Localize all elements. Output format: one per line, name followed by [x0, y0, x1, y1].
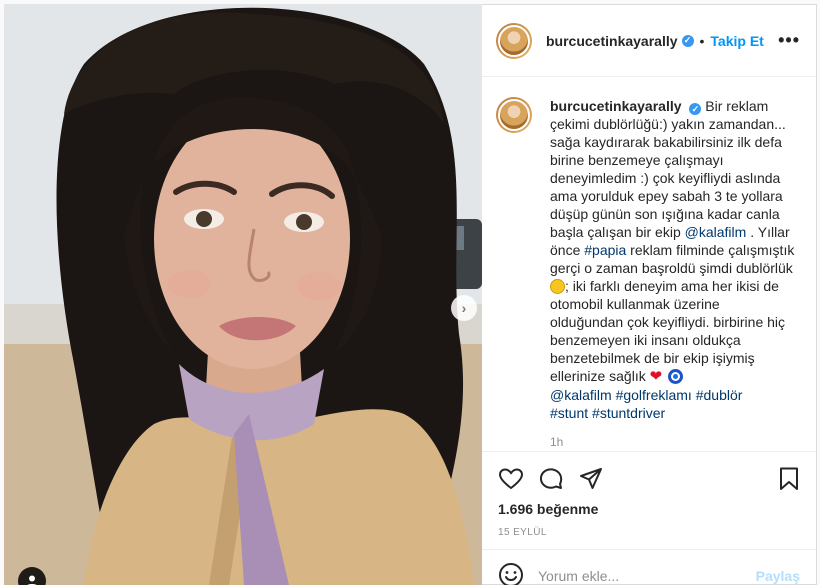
verified-badge-icon: ✓ [689, 103, 702, 115]
hashtag-link[interactable]: #stuntdriver [592, 405, 665, 421]
action-bar [482, 451, 816, 507]
red-heart-emoji-icon: ❤ [649, 368, 663, 385]
emoji-picker-icon[interactable] [498, 562, 524, 585]
post-comment-button[interactable]: Paylaş [756, 568, 800, 584]
caption-avatar[interactable] [496, 97, 532, 133]
avatar[interactable] [496, 22, 532, 59]
mention-link[interactable]: @kalafilm [550, 387, 612, 403]
mention-link[interactable]: @kalafilm [685, 224, 747, 240]
next-photo-button[interactable]: › [451, 295, 477, 321]
smiling-face-emoji-icon [550, 279, 565, 294]
post-photo[interactable]: › [4, 4, 482, 585]
hashtag-link[interactable]: #papia [584, 242, 626, 258]
caption-text-part: ; iki farklı deneyim ama her ikisi de ot… [550, 278, 786, 384]
heart-icon[interactable] [498, 466, 524, 492]
header-username[interactable]: burcucetinkayarally [546, 33, 678, 49]
hashtag-link[interactable]: #golfreklamı [616, 387, 692, 403]
caption-text: burcucetinkayarally ✓ Bir reklam çekimi … [550, 97, 795, 422]
instagram-post-window: › burcucetinkayarally ✓ • Takip Et ••• b… [0, 0, 820, 585]
follow-button[interactable]: Takip Et [710, 33, 763, 49]
caption-text-part: Bir reklam çekimi dublörlüğü:) yakın zam… [550, 98, 786, 240]
comment-input[interactable] [538, 568, 738, 584]
likes-count[interactable]: 1.696 beğenme [498, 501, 598, 517]
comment-icon[interactable] [538, 466, 564, 492]
hashtag-link[interactable]: #dublör [696, 387, 743, 403]
caption-time[interactable]: 1h [550, 435, 806, 449]
verified-badge-icon: ✓ [681, 34, 694, 47]
comment-bar: Paylaş [482, 549, 816, 585]
send-icon[interactable] [578, 466, 604, 492]
post-date: 15 EYLÜL [498, 527, 547, 538]
separator-dot: • [699, 32, 705, 49]
post-header: burcucetinkayarally ✓ • Takip Et ••• [482, 5, 816, 77]
hashtag-link[interactable]: #stunt [550, 405, 588, 421]
selfie-illustration [4, 4, 482, 585]
nazar-eye-emoji-icon [668, 369, 684, 384]
post-side-panel: burcucetinkayarally ✓ • Takip Et ••• bur… [482, 4, 817, 585]
caption-username[interactable]: burcucetinkayarally [550, 98, 682, 114]
caption-block: burcucetinkayarally ✓ Bir reklam çekimi … [496, 97, 806, 449]
bookmark-icon[interactable] [776, 466, 802, 492]
more-horizontal-icon[interactable]: ••• [778, 30, 800, 51]
